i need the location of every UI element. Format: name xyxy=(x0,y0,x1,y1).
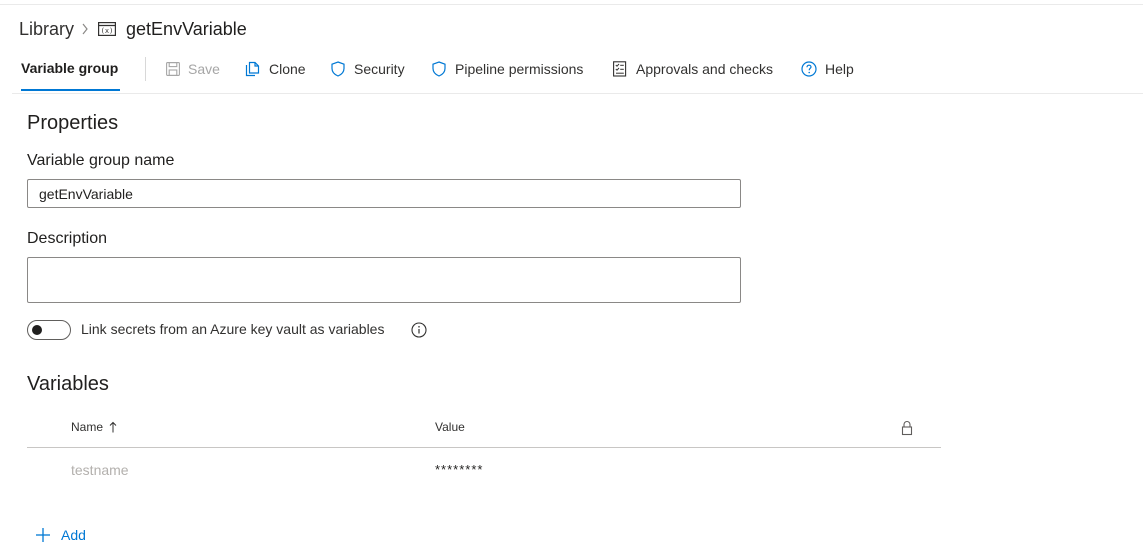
help-icon xyxy=(801,61,817,77)
keyvault-toggle-label: Link secrets from an Azure key vault as … xyxy=(81,321,385,337)
table-header-divider xyxy=(27,447,941,448)
properties-heading: Properties xyxy=(27,112,119,134)
sort-ascending-icon xyxy=(109,421,117,433)
help-button[interactable]: Help xyxy=(801,60,854,78)
description-input[interactable] xyxy=(27,257,741,303)
value-column-header: Value xyxy=(435,420,465,434)
shield-icon xyxy=(432,61,446,77)
info-icon[interactable] xyxy=(411,322,427,338)
variable-name-cell[interactable]: testname xyxy=(71,462,129,478)
checklist-icon xyxy=(613,61,627,77)
pipeline-permissions-button[interactable]: Pipeline permissions xyxy=(431,60,583,78)
save-icon xyxy=(166,62,180,76)
clone-button[interactable]: Clone xyxy=(245,60,306,78)
variable-group-name-input[interactable] xyxy=(27,179,741,208)
security-label: Security xyxy=(354,61,405,77)
page-title: getEnvVariable xyxy=(126,18,247,39)
name-column-label: Name xyxy=(71,420,104,434)
approvals-and-checks-button[interactable]: Approvals and checks xyxy=(612,60,773,78)
description-label: Description xyxy=(27,230,108,247)
variable-group-icon: (x) xyxy=(96,17,118,41)
security-button[interactable]: Security xyxy=(330,60,405,78)
pipeline-permissions-label: Pipeline permissions xyxy=(455,61,584,77)
top-divider xyxy=(0,4,1143,5)
toolbar-divider xyxy=(145,57,146,81)
lock-icon xyxy=(901,420,913,436)
breadcrumb: Library (x) getEnvVariable xyxy=(19,17,247,41)
svg-text:(x): (x) xyxy=(101,27,114,35)
variables-heading: Variables xyxy=(27,373,109,395)
variable-value-cell[interactable]: ******** xyxy=(435,462,483,477)
save-label: Save xyxy=(188,61,220,77)
shield-icon xyxy=(331,61,345,77)
value-column-label: Value xyxy=(435,420,465,434)
clone-label: Clone xyxy=(269,61,306,77)
active-tab-indicator xyxy=(21,89,120,91)
name-column-header[interactable]: Name xyxy=(71,420,118,434)
breadcrumb-library-link[interactable]: Library xyxy=(19,19,74,40)
chevron-right-icon xyxy=(74,17,96,41)
variable-group-name-label: Variable group name xyxy=(27,152,175,169)
save-button[interactable]: Save xyxy=(166,60,220,78)
add-variable-button[interactable]: Add xyxy=(35,526,86,544)
toolbar: Variable group Save Clone Security Pipel… xyxy=(12,52,1143,94)
plus-icon xyxy=(36,528,50,542)
toggle-knob xyxy=(32,325,42,335)
keyvault-toggle[interactable] xyxy=(27,320,71,340)
clone-icon xyxy=(245,61,260,77)
help-label: Help xyxy=(825,61,854,77)
tab-variable-group[interactable]: Variable group xyxy=(21,60,118,76)
approvals-and-checks-label: Approvals and checks xyxy=(636,61,773,77)
add-variable-label: Add xyxy=(61,527,86,543)
